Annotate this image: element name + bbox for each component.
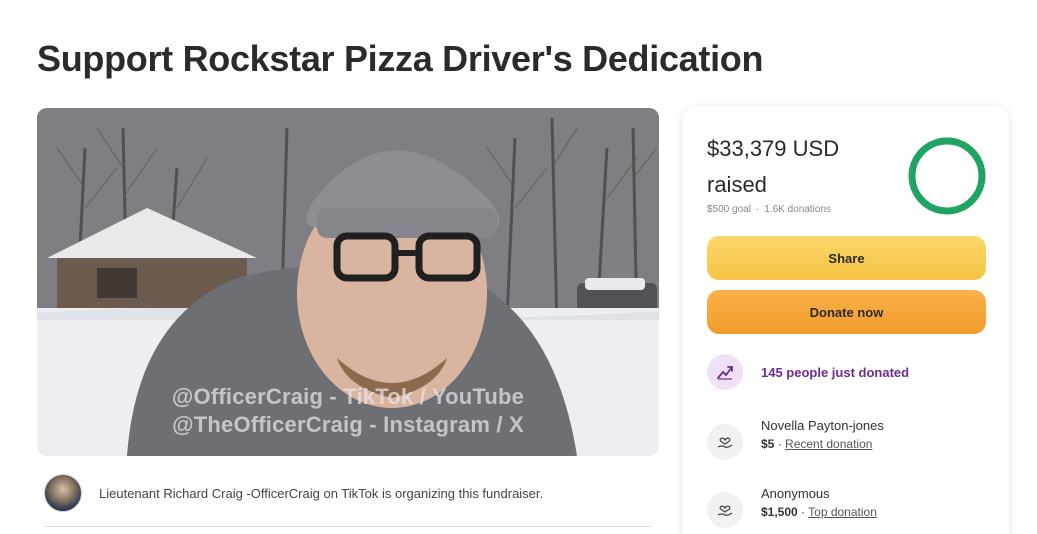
donor-name: Anonymous [761, 486, 830, 501]
share-button[interactable]: Share [707, 236, 986, 280]
list-item: Anonymous $1,500 · Top donation [707, 486, 877, 528]
video-caption-line-1: @OfficerCraig - TikTok / YouTube [171, 384, 525, 409]
hand-heart-icon [707, 492, 743, 528]
donor-amount: $1,500 [761, 505, 798, 519]
raised-label: raised [707, 172, 767, 197]
donor-separator: · [774, 437, 786, 451]
donor-separator: · [797, 505, 809, 519]
recent-donations-banner: 145 people just donated [707, 354, 909, 390]
organizer-row: Lieutenant Richard Craig -OfficerCraig o… [44, 473, 654, 513]
amount-raised: $33,379 USD [707, 136, 840, 161]
top-donation-link[interactable]: Top donation [808, 505, 877, 519]
donor-detail: $5 · Recent donation [761, 437, 884, 451]
recent-donation-link[interactable]: Recent donation [785, 437, 872, 451]
avatar[interactable] [44, 474, 82, 512]
progress-ring [908, 137, 986, 215]
donate-now-button[interactable]: Donate now [707, 290, 986, 334]
meta-separator: · [755, 204, 760, 215]
divider [44, 526, 652, 527]
hand-heart-icon [707, 424, 743, 460]
list-item: Novella Payton-jones $5 · Recent donatio… [707, 418, 884, 460]
page-title: Support Rockstar Pizza Driver's Dedicati… [37, 38, 764, 79]
goal-meta: $500 goal · 1.6K donations [707, 204, 831, 215]
just-donated-text: 145 people just donated [761, 364, 910, 380]
donor-detail: $1,500 · Top donation [761, 505, 877, 519]
donor-amount: $5 [761, 437, 775, 451]
organizer-text: Lieutenant Richard Craig -OfficerCraig o… [99, 485, 544, 501]
goal-text: $500 goal [707, 204, 751, 215]
donation-card: $33,379 USD raised $500 goal · 1.6K donati… [683, 106, 1009, 534]
video-caption-line-2: @TheOfficerCraig - Instagram / X [172, 412, 524, 437]
fundraiser-video[interactable]: @OfficerCraig - TikTok / YouTube @TheOff… [37, 108, 659, 456]
donor-name: Novella Payton-jones [761, 418, 884, 433]
trending-up-icon [707, 354, 743, 390]
donations-count: 1.6K donations [764, 204, 831, 215]
